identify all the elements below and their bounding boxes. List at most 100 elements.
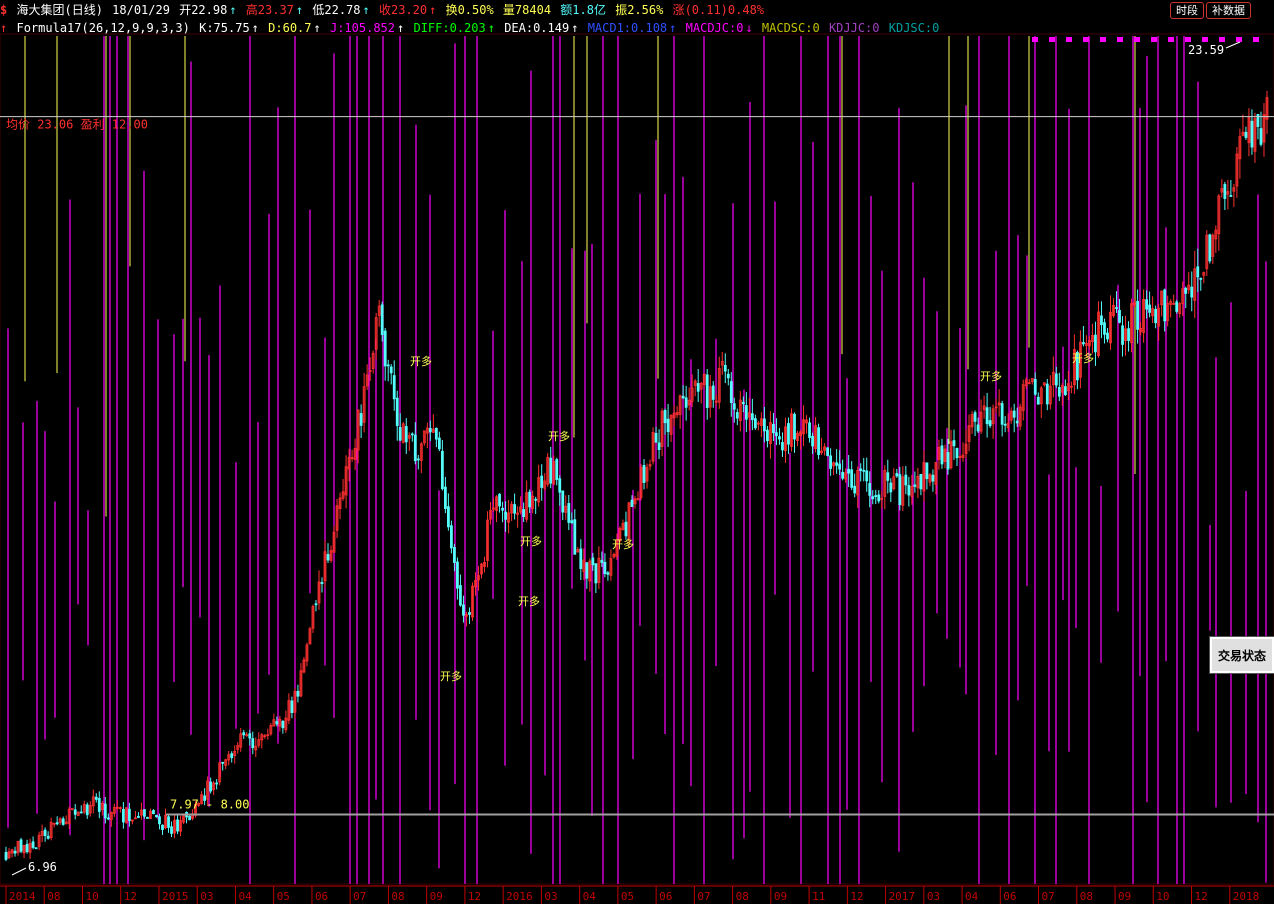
candle-body xyxy=(459,585,462,606)
candle-body xyxy=(886,472,890,481)
candle-body xyxy=(732,403,736,410)
x-tick-label: 07 xyxy=(1042,890,1055,903)
x-tick-label: 2015 xyxy=(162,890,189,903)
candle-body xyxy=(561,490,565,513)
candle-body xyxy=(973,412,977,422)
candle-body xyxy=(787,423,790,445)
candle-body xyxy=(440,450,444,490)
x-tick-label: 12 xyxy=(124,890,137,903)
signal-lines xyxy=(0,33,1274,885)
min-price-label: 6.96 xyxy=(28,860,57,874)
candle-body xyxy=(729,381,733,403)
signal-label: 开多 xyxy=(520,534,542,548)
candle-body xyxy=(741,401,745,405)
range-label: 7.97 - 8.00 xyxy=(170,797,249,811)
candle-body xyxy=(281,720,285,729)
candle-body xyxy=(359,413,363,426)
candle-body xyxy=(468,612,471,615)
candle-body xyxy=(775,432,778,437)
candle-body xyxy=(1127,328,1130,341)
candle-body xyxy=(25,843,29,853)
candle-body xyxy=(121,809,125,823)
candle-body xyxy=(1000,403,1004,425)
x-tick-label: 11 xyxy=(812,890,825,903)
candle-body xyxy=(103,803,107,819)
candle-body xyxy=(85,804,89,816)
candle-body xyxy=(1223,184,1227,199)
x-tick-label: 2016 xyxy=(506,890,532,903)
candle-body xyxy=(176,819,179,832)
candle-body xyxy=(404,426,408,443)
candle-body xyxy=(46,835,50,839)
candle-body xyxy=(1003,423,1007,426)
candle-body xyxy=(642,465,646,483)
candle-body xyxy=(443,486,447,509)
candle-body xyxy=(106,817,110,820)
candle-body xyxy=(1190,286,1194,298)
candle-body xyxy=(290,700,294,714)
candle-body xyxy=(606,572,610,575)
signal-marker xyxy=(1066,37,1072,42)
x-axis: 2014 08 10 12 2015 03 04 05 06 07 08 09 12 2016 03 04 05… xyxy=(0,885,1274,904)
candle-body xyxy=(766,429,769,442)
x-tick-label: 2014 xyxy=(9,890,36,903)
signal-marker xyxy=(1151,37,1157,42)
candle-body xyxy=(413,434,417,462)
candle-body xyxy=(750,413,754,421)
x-tick-label: 2018 xyxy=(1233,890,1260,903)
candle-body xyxy=(143,809,146,817)
x-tick-label: 04 xyxy=(583,890,597,903)
candle-body xyxy=(230,753,234,759)
candle-body xyxy=(925,462,929,480)
candle-body xyxy=(874,495,878,498)
signal-label: 开多 xyxy=(548,429,570,443)
candle-body xyxy=(847,468,851,474)
candle-body xyxy=(919,473,923,490)
candle-body xyxy=(395,397,399,426)
signal-marker xyxy=(1168,37,1174,42)
candle-body xyxy=(4,852,8,860)
candle-body xyxy=(389,366,393,374)
candle-body xyxy=(772,423,775,434)
candle-body xyxy=(711,385,715,400)
candle-body xyxy=(386,364,390,367)
candle-body xyxy=(209,781,213,792)
candle-body xyxy=(456,561,459,589)
candle-body xyxy=(1163,289,1167,322)
candle-body xyxy=(841,471,845,479)
signal-marker xyxy=(1117,37,1123,42)
candle-body xyxy=(889,482,893,493)
candle-body xyxy=(242,732,246,736)
candle-body xyxy=(585,562,589,579)
signal-marker xyxy=(1134,37,1140,42)
x-tick-label: 08 xyxy=(1080,890,1093,903)
signal-label: 开多 xyxy=(1072,351,1094,365)
x-tick-label: 10 xyxy=(1156,890,1169,903)
candle-body xyxy=(913,484,917,487)
signal-marker xyxy=(1185,37,1191,42)
signal-marker xyxy=(1219,37,1225,42)
candle-body xyxy=(877,494,881,502)
candle-body xyxy=(1045,383,1049,405)
candle-body xyxy=(155,814,158,818)
candle-body xyxy=(826,447,829,456)
candle-body xyxy=(898,474,902,506)
x-tick-label: 03 xyxy=(927,890,940,903)
candle-body xyxy=(829,455,833,469)
candle-body xyxy=(696,383,700,392)
candle-body xyxy=(13,850,17,854)
candle-body xyxy=(663,409,667,424)
x-tick-label: 07 xyxy=(353,890,366,903)
kline-chart[interactable]: 开多开多开多开多开多开多开多开多均价 23.06 盈利 12.007.97 - … xyxy=(0,0,1274,904)
candle-body xyxy=(1199,277,1203,280)
candle-body xyxy=(952,440,956,447)
candle-body xyxy=(555,459,559,480)
candle-body xyxy=(34,847,38,850)
candle-body xyxy=(1115,307,1118,309)
trade-state-button[interactable]: 交易状态 xyxy=(1209,636,1274,674)
candle-body xyxy=(549,457,553,484)
candle-body xyxy=(862,469,866,472)
candle-body xyxy=(1250,120,1254,148)
candle-body xyxy=(540,475,544,488)
candle-body xyxy=(705,374,709,408)
